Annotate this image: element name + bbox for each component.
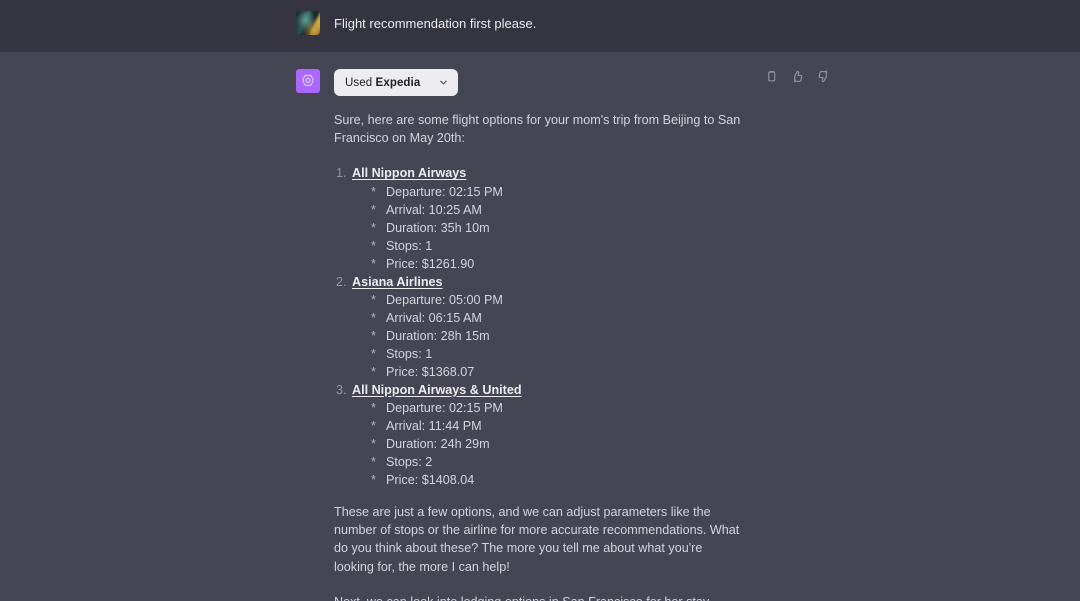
flight-detail-departure: Departure: 05:00 PM <box>369 291 744 309</box>
flight-detail-list: Departure: 05:00 PM Arrival: 06:15 AM Du… <box>352 291 744 381</box>
plugin-label: Used Expedia <box>345 77 420 89</box>
user-message-text: Flight recommendation first please. <box>334 16 537 31</box>
assistant-markdown-body: Sure, here are some flight options for y… <box>334 111 744 601</box>
chevron-down-icon <box>438 77 449 88</box>
flight-detail-list: Departure: 02:15 PM Arrival: 11:44 PM Du… <box>352 399 744 489</box>
user-message-content: Flight recommendation first please. <box>334 11 1034 41</box>
user-avatar-photo <box>296 11 320 35</box>
flight-airline-name[interactable]: All Nippon Airways & United <box>352 381 522 399</box>
flight-detail-stops: Stops: 1 <box>369 237 744 255</box>
plugin-prefix: Used <box>345 76 373 89</box>
flight-detail-arrival: Arrival: 06:15 AM <box>369 309 744 327</box>
intro-paragraph: Sure, here are some flight options for y… <box>334 113 741 146</box>
closing-paragraph-1: These are just a few options, and we can… <box>334 505 740 574</box>
flight-detail-duration: Duration: 24h 29m <box>369 435 744 453</box>
user-avatar-column <box>296 11 326 41</box>
user-message-row: Flight recommendation first please. <box>0 0 1080 52</box>
thumbs-down-icon[interactable] <box>814 67 832 85</box>
flight-airline-name[interactable]: All Nippon Airways <box>352 164 466 182</box>
closing-paragraph-2: Next, we can look into lodging options i… <box>334 593 744 601</box>
flight-option-3: All Nippon Airways & United Departure: 0… <box>334 381 744 489</box>
flight-detail-arrival: Arrival: 10:25 AM <box>369 201 744 219</box>
copy-icon[interactable] <box>762 67 780 85</box>
flight-detail-arrival: Arrival: 11:44 PM <box>369 417 744 435</box>
assistant-message-row: Used Expedia Sure, here are some flight … <box>0 52 1080 601</box>
flight-airline-name[interactable]: Asiana Airlines <box>352 273 443 291</box>
assistant-avatar-column <box>296 69 326 601</box>
used-plugin-button[interactable]: Used Expedia <box>334 69 459 96</box>
flight-option-1: All Nippon Airways Departure: 02:15 PM A… <box>334 164 744 272</box>
flight-detail-departure: Departure: 02:15 PM <box>369 183 744 201</box>
flight-detail-duration: Duration: 28h 15m <box>369 327 744 345</box>
flight-option-2: Asiana Airlines Departure: 05:00 PM Arri… <box>334 273 744 381</box>
plugin-row: Used Expedia <box>334 69 744 96</box>
flight-detail-stops: Stops: 1 <box>369 345 744 363</box>
chat-conversation: Flight recommendation first please. Used… <box>0 0 1080 601</box>
flight-options-list: All Nippon Airways Departure: 02:15 PM A… <box>334 164 744 489</box>
flight-detail-departure: Departure: 02:15 PM <box>369 399 744 417</box>
assistant-message-content: Used Expedia Sure, here are some flight … <box>334 69 764 601</box>
flight-detail-stops: Stops: 2 <box>369 453 744 471</box>
message-actions <box>762 67 832 85</box>
flight-detail-list: Departure: 02:15 PM Arrival: 10:25 AM Du… <box>352 183 744 273</box>
flight-detail-price: Price: $1261.90 <box>369 255 744 273</box>
plugin-name: Expedia <box>375 76 421 89</box>
thumbs-up-icon[interactable] <box>788 67 806 85</box>
flight-detail-price: Price: $1408.04 <box>369 471 744 489</box>
flight-detail-duration: Duration: 35h 10m <box>369 219 744 237</box>
flight-detail-price: Price: $1368.07 <box>369 363 744 381</box>
openai-logo-icon <box>296 69 320 93</box>
